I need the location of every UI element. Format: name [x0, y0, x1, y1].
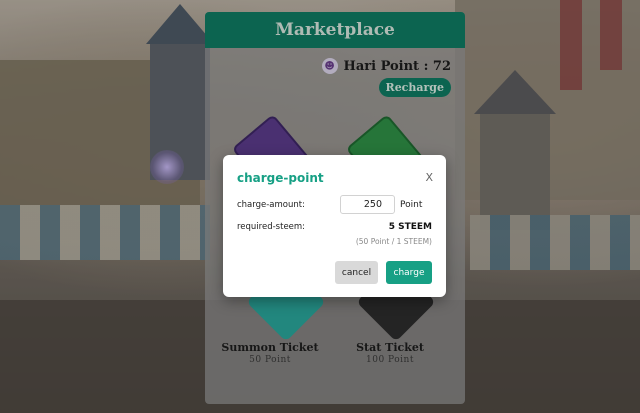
charge-point-modal: charge-point X charge-amount: Point requ… — [223, 155, 446, 297]
modal-title: charge-point — [237, 171, 324, 185]
charge-amount-input[interactable] — [340, 195, 395, 214]
charge-amount-label: charge-amount: — [237, 200, 305, 210]
charge-amount-unit: Point — [400, 200, 423, 210]
charge-button[interactable]: charge — [386, 261, 432, 284]
rate-note: (50 Point / 1 STEEM) — [355, 237, 432, 246]
close-icon[interactable]: X — [425, 171, 433, 184]
required-steem-value: 5 STEEM — [388, 222, 432, 232]
cancel-button[interactable]: cancel — [335, 261, 378, 284]
required-steem-label: required-steem: — [237, 222, 306, 232]
